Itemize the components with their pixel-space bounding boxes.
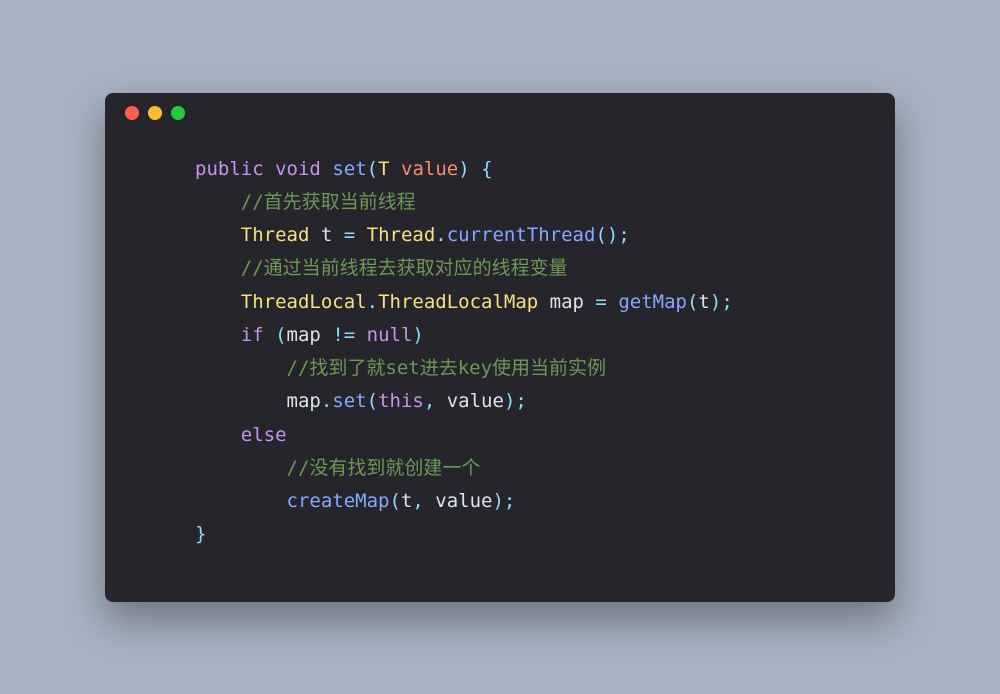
code-line-7: //找到了就set进去key使用当前实例 <box>287 357 607 379</box>
code-line-11: createMap(t, value); <box>287 490 516 512</box>
arg: value <box>447 390 504 412</box>
arg: value <box>435 490 492 512</box>
keyword-null: null <box>355 324 412 346</box>
brace: } <box>195 523 206 545</box>
op: != <box>332 324 355 346</box>
minimize-icon[interactable] <box>148 106 162 120</box>
maximize-icon[interactable] <box>171 106 185 120</box>
fn-call: set <box>332 390 366 412</box>
keyword-void: void <box>275 158 321 180</box>
fn-name: set <box>332 158 366 180</box>
paren: ( <box>264 324 287 346</box>
fn-call: createMap <box>287 490 390 512</box>
paren: ) <box>412 324 423 346</box>
code-line-5: ThreadLocal.ThreadLocalMap map = getMap(… <box>241 291 733 313</box>
code-window: public void set(T value) { //首先获取当前线程 Th… <box>105 93 895 602</box>
paren: ) <box>504 390 515 412</box>
semi: ; <box>721 291 732 313</box>
semi: ; <box>515 390 526 412</box>
code-line-6: if (map != null) <box>241 324 424 346</box>
dot: . <box>435 224 446 246</box>
code-line-9: else <box>241 424 287 446</box>
code-line-10: //没有找到就创建一个 <box>287 457 481 479</box>
brace: { <box>470 158 493 180</box>
paren: ( <box>367 390 378 412</box>
param: value <box>401 158 458 180</box>
window-titlebar <box>105 93 895 133</box>
dot: . <box>367 291 378 313</box>
keyword-if: if <box>241 324 264 346</box>
fn-call: getMap <box>607 291 687 313</box>
paren: () <box>595 224 618 246</box>
keyword-else: else <box>241 424 287 446</box>
comment: //通过当前线程去获取对应的线程变量 <box>241 257 568 279</box>
op: = <box>595 291 606 313</box>
arg: t <box>401 490 412 512</box>
type-param: T <box>378 158 389 180</box>
var: map <box>538 291 595 313</box>
paren: ( <box>367 158 378 180</box>
paren: ) <box>710 291 721 313</box>
var: map <box>287 390 321 412</box>
comment: //首先获取当前线程 <box>241 191 416 213</box>
var: map <box>287 324 333 346</box>
code-line-4: //通过当前线程去获取对应的线程变量 <box>241 257 568 279</box>
comment: //没有找到就创建一个 <box>287 457 481 479</box>
comma: , <box>424 390 447 412</box>
dot: . <box>321 390 332 412</box>
semi: ; <box>618 224 629 246</box>
type: Thread <box>241 224 310 246</box>
type: ThreadLocal <box>241 291 367 313</box>
code-line-12: } <box>195 523 206 545</box>
comment: //找到了就set进去key使用当前实例 <box>287 357 607 379</box>
comma: , <box>412 490 435 512</box>
close-icon[interactable] <box>125 106 139 120</box>
var: t <box>309 224 343 246</box>
type: Thread <box>355 224 435 246</box>
paren: ) <box>458 158 469 180</box>
semi: ; <box>504 490 515 512</box>
paren: ( <box>389 490 400 512</box>
code-line-2: //首先获取当前线程 <box>241 191 416 213</box>
arg: t <box>698 291 709 313</box>
keyword-public: public <box>195 158 264 180</box>
code-line-1: public void set(T value) { <box>195 158 493 180</box>
op: = <box>344 224 355 246</box>
keyword-this: this <box>378 390 424 412</box>
paren: ) <box>492 490 503 512</box>
paren: ( <box>687 291 698 313</box>
fn-call: currentThread <box>447 224 596 246</box>
code-block: public void set(T value) { //首先获取当前线程 Th… <box>105 133 895 602</box>
code-line-3: Thread t = Thread.currentThread(); <box>241 224 630 246</box>
type: ThreadLocalMap <box>378 291 538 313</box>
code-line-8: map.set(this, value); <box>287 390 527 412</box>
